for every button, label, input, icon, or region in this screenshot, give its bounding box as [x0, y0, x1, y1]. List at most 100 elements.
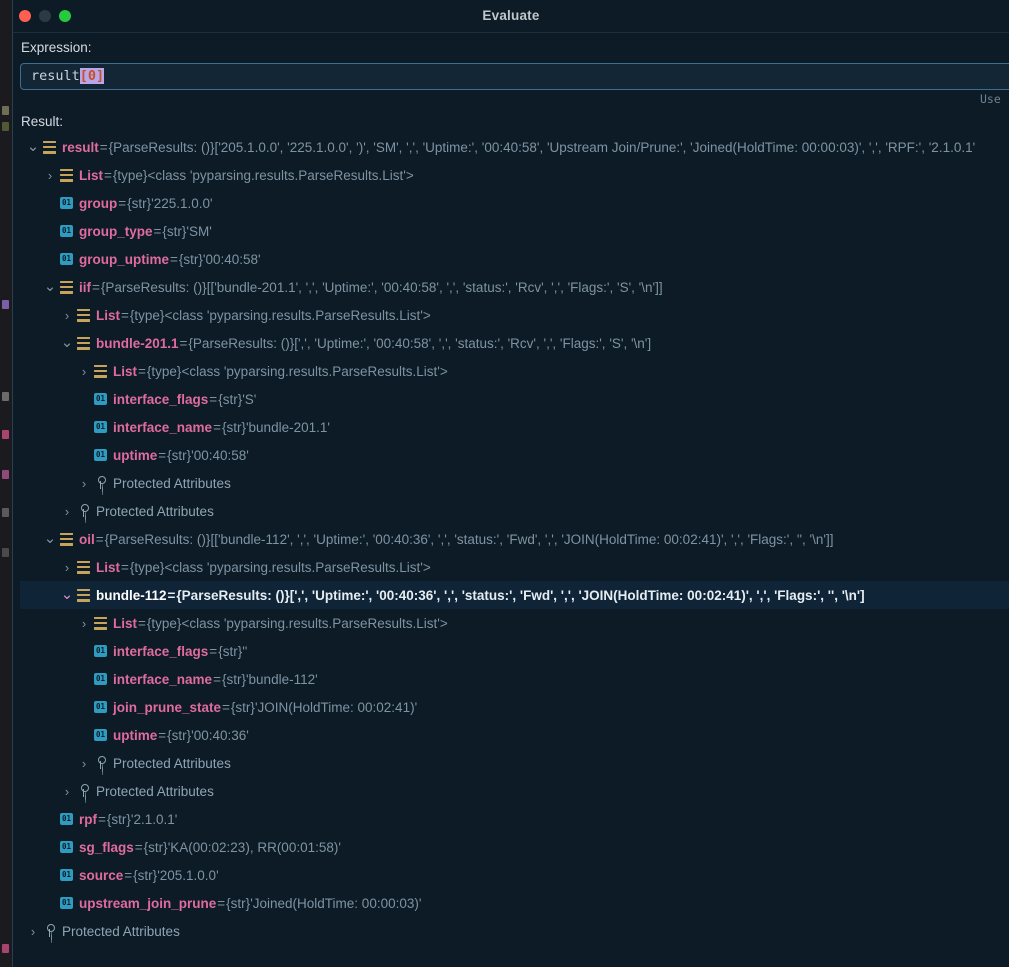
tree-node-type: {str} — [226, 895, 251, 911]
expression-prefix: result — [31, 68, 80, 84]
chevron-right-icon[interactable]: › — [77, 756, 91, 771]
tree-node-type: {str} — [221, 419, 246, 435]
tree-node-value: '' — [242, 643, 248, 659]
chevron-down-icon[interactable]: ⌄ — [60, 335, 74, 350]
tree-row[interactable]: 01 upstream_join_prune = {str} 'Joined(Ho… — [20, 889, 1009, 917]
tree-row[interactable]: ⌄ iif = {ParseResults: ()} [['bundle-201.… — [20, 273, 1009, 301]
tree-node-value: <class 'pyparsing.results.ParseResults.L… — [164, 307, 431, 323]
chevron-right-icon[interactable]: › — [60, 308, 74, 323]
tree-node-name: List — [96, 307, 121, 323]
tree-node-value: <class 'pyparsing.results.ParseResults.L… — [181, 363, 448, 379]
tree-node-value: '205.1.0.0' — [157, 867, 219, 883]
string-icon: 01 — [94, 645, 107, 657]
tree-node-name: bundle-201.1 — [96, 335, 179, 351]
tree-node-equals: = — [124, 867, 133, 883]
chevron-right-icon[interactable]: › — [60, 784, 74, 799]
chevron-right-icon[interactable]: › — [60, 560, 74, 575]
tree-node-name: source — [79, 867, 124, 883]
tree-node-equals: = — [209, 643, 218, 659]
tree-node-value: [['bundle-201.1', ',', 'Uptime:', '00:40… — [206, 279, 663, 295]
protected-attributes-label: Protected Attributes — [96, 503, 214, 519]
tree-node-value: 'S' — [242, 391, 257, 407]
chevron-right-icon[interactable]: › — [77, 616, 91, 631]
tree-node-value: <class 'pyparsing.results.ParseResults.L… — [164, 559, 431, 575]
tree-row[interactable]: 01 join_prune_state = {str} 'JOIN(HoldTim… — [20, 693, 1009, 721]
tree-node-name: List — [113, 615, 138, 631]
tree-row[interactable]: ⌄ result = {ParseResults: ()} ['205.1.0.0… — [20, 133, 1009, 161]
tree-row[interactable]: 01 group_uptime = {str} '00:40:58' — [20, 245, 1009, 273]
chevron-down-icon[interactable]: ⌄ — [43, 279, 57, 294]
tree-row[interactable]: › List = {type} <class 'pyparsing.results… — [20, 357, 1009, 385]
chevron-right-icon[interactable]: › — [43, 168, 57, 183]
tree-node-type: {str} — [127, 195, 152, 211]
chevron-down-icon[interactable]: ⌄ — [43, 531, 57, 546]
tree-row[interactable]: › Protected Attributes — [20, 497, 1009, 525]
tree-node-type: {str} — [133, 867, 158, 883]
background-editor-sliver — [0, 0, 12, 967]
object-icon — [60, 168, 73, 182]
chevron-right-icon[interactable]: › — [60, 504, 74, 519]
tree-node-equals: = — [170, 251, 178, 267]
object-icon — [77, 336, 90, 350]
tree-node-equals: = — [121, 559, 129, 575]
result-tree[interactable]: ⌄ result = {ParseResults: ()} ['205.1.0.0… — [20, 133, 1009, 948]
protected-attributes-label: Protected Attributes — [113, 755, 231, 771]
tree-row[interactable]: 01 uptime = {str} '00:40:58' — [20, 441, 1009, 469]
tree-row[interactable]: › List = {type} <class 'pyparsing.results… — [20, 553, 1009, 581]
tree-row[interactable]: 01 group_type = {str} 'SM' — [20, 217, 1009, 245]
tree-node-type: {type} — [146, 615, 182, 631]
tree-node-type: {str} — [162, 223, 187, 239]
tree-node-equals: = — [167, 587, 176, 603]
tree-node-type: {str} — [218, 643, 243, 659]
tree-node-type: {ParseResults: ()} — [100, 279, 207, 295]
tree-node-name: iif — [79, 279, 91, 295]
tree-row[interactable]: 01 interface_name = {str} 'bundle-112' — [20, 665, 1009, 693]
object-icon — [77, 308, 90, 322]
tree-node-name: group — [79, 195, 118, 211]
chevron-right-icon[interactable]: › — [26, 924, 40, 939]
key-icon — [77, 504, 90, 518]
tree-row[interactable]: › Protected Attributes — [20, 917, 1009, 945]
object-icon — [77, 560, 90, 574]
chevron-down-icon[interactable]: ⌄ — [26, 139, 40, 154]
tree-node-equals: = — [138, 615, 146, 631]
tree-row[interactable]: › Protected Attributes — [20, 749, 1009, 777]
tree-node-equals: = — [92, 279, 100, 295]
expression-text: result[0] — [31, 68, 105, 84]
tree-row[interactable]: 01 interface_name = {str} 'bundle-201.1' — [20, 413, 1009, 441]
string-icon: 01 — [94, 393, 107, 405]
tree-row[interactable]: 01 interface_flags = {str} '' — [20, 637, 1009, 665]
tree-row[interactable]: 01 source = {str} '205.1.0.0' — [20, 861, 1009, 889]
tree-node-name: List — [79, 167, 104, 183]
tree-row[interactable]: 01 sg_flags = {str} 'KA(00:02:23), RR(00:… — [20, 833, 1009, 861]
tree-row[interactable]: 01 rpf = {str} '2.1.0.1' — [20, 805, 1009, 833]
tree-row[interactable]: › List = {type} <class 'pyparsing.results… — [20, 609, 1009, 637]
tree-row[interactable]: ⌄ bundle-112 = {ParseResults: ()} [',', '… — [20, 581, 1009, 609]
tree-row[interactable]: › Protected Attributes — [20, 777, 1009, 805]
tree-node-value: '00:40:58' — [191, 447, 249, 463]
tree-node-equals: = — [179, 335, 188, 351]
expression-input[interactable]: result[0] — [20, 63, 1009, 90]
tree-node-type: {str} — [178, 251, 203, 267]
tree-row[interactable]: 01 uptime = {str} '00:40:36' — [20, 721, 1009, 749]
tree-node-value: 'SM' — [186, 223, 212, 239]
tree-node-type: {ParseResults: ()} — [188, 335, 295, 351]
tree-row[interactable]: › Protected Attributes — [20, 469, 1009, 497]
tree-node-value: 'KA(00:02:23), RR(00:01:58)' — [167, 839, 341, 855]
tree-row[interactable]: 01 interface_flags = {str} 'S' — [20, 385, 1009, 413]
chevron-right-icon[interactable]: › — [77, 364, 91, 379]
tree-node-value: 'bundle-112' — [245, 671, 318, 687]
tree-row[interactable]: ⌄ oil = {ParseResults: ()} [['bundle-112'… — [20, 525, 1009, 553]
key-icon — [77, 784, 90, 798]
tree-row[interactable]: › List = {type} <class 'pyparsing.results… — [20, 161, 1009, 189]
key-icon — [94, 756, 107, 770]
tree-node-value: 'Joined(HoldTime: 00:00:03)' — [250, 895, 422, 911]
tree-row[interactable]: ⌄ bundle-201.1 = {ParseResults: ()} [',',… — [20, 329, 1009, 357]
chevron-down-icon[interactable]: ⌄ — [60, 587, 74, 602]
result-label: Result: — [21, 114, 64, 129]
tree-node-equals: = — [153, 223, 162, 239]
tree-row[interactable]: 01 group = {str} '225.1.0.0' — [20, 189, 1009, 217]
tree-node-name: uptime — [113, 727, 158, 743]
tree-row[interactable]: › List = {type} <class 'pyparsing.results… — [20, 301, 1009, 329]
chevron-right-icon[interactable]: › — [77, 476, 91, 491]
